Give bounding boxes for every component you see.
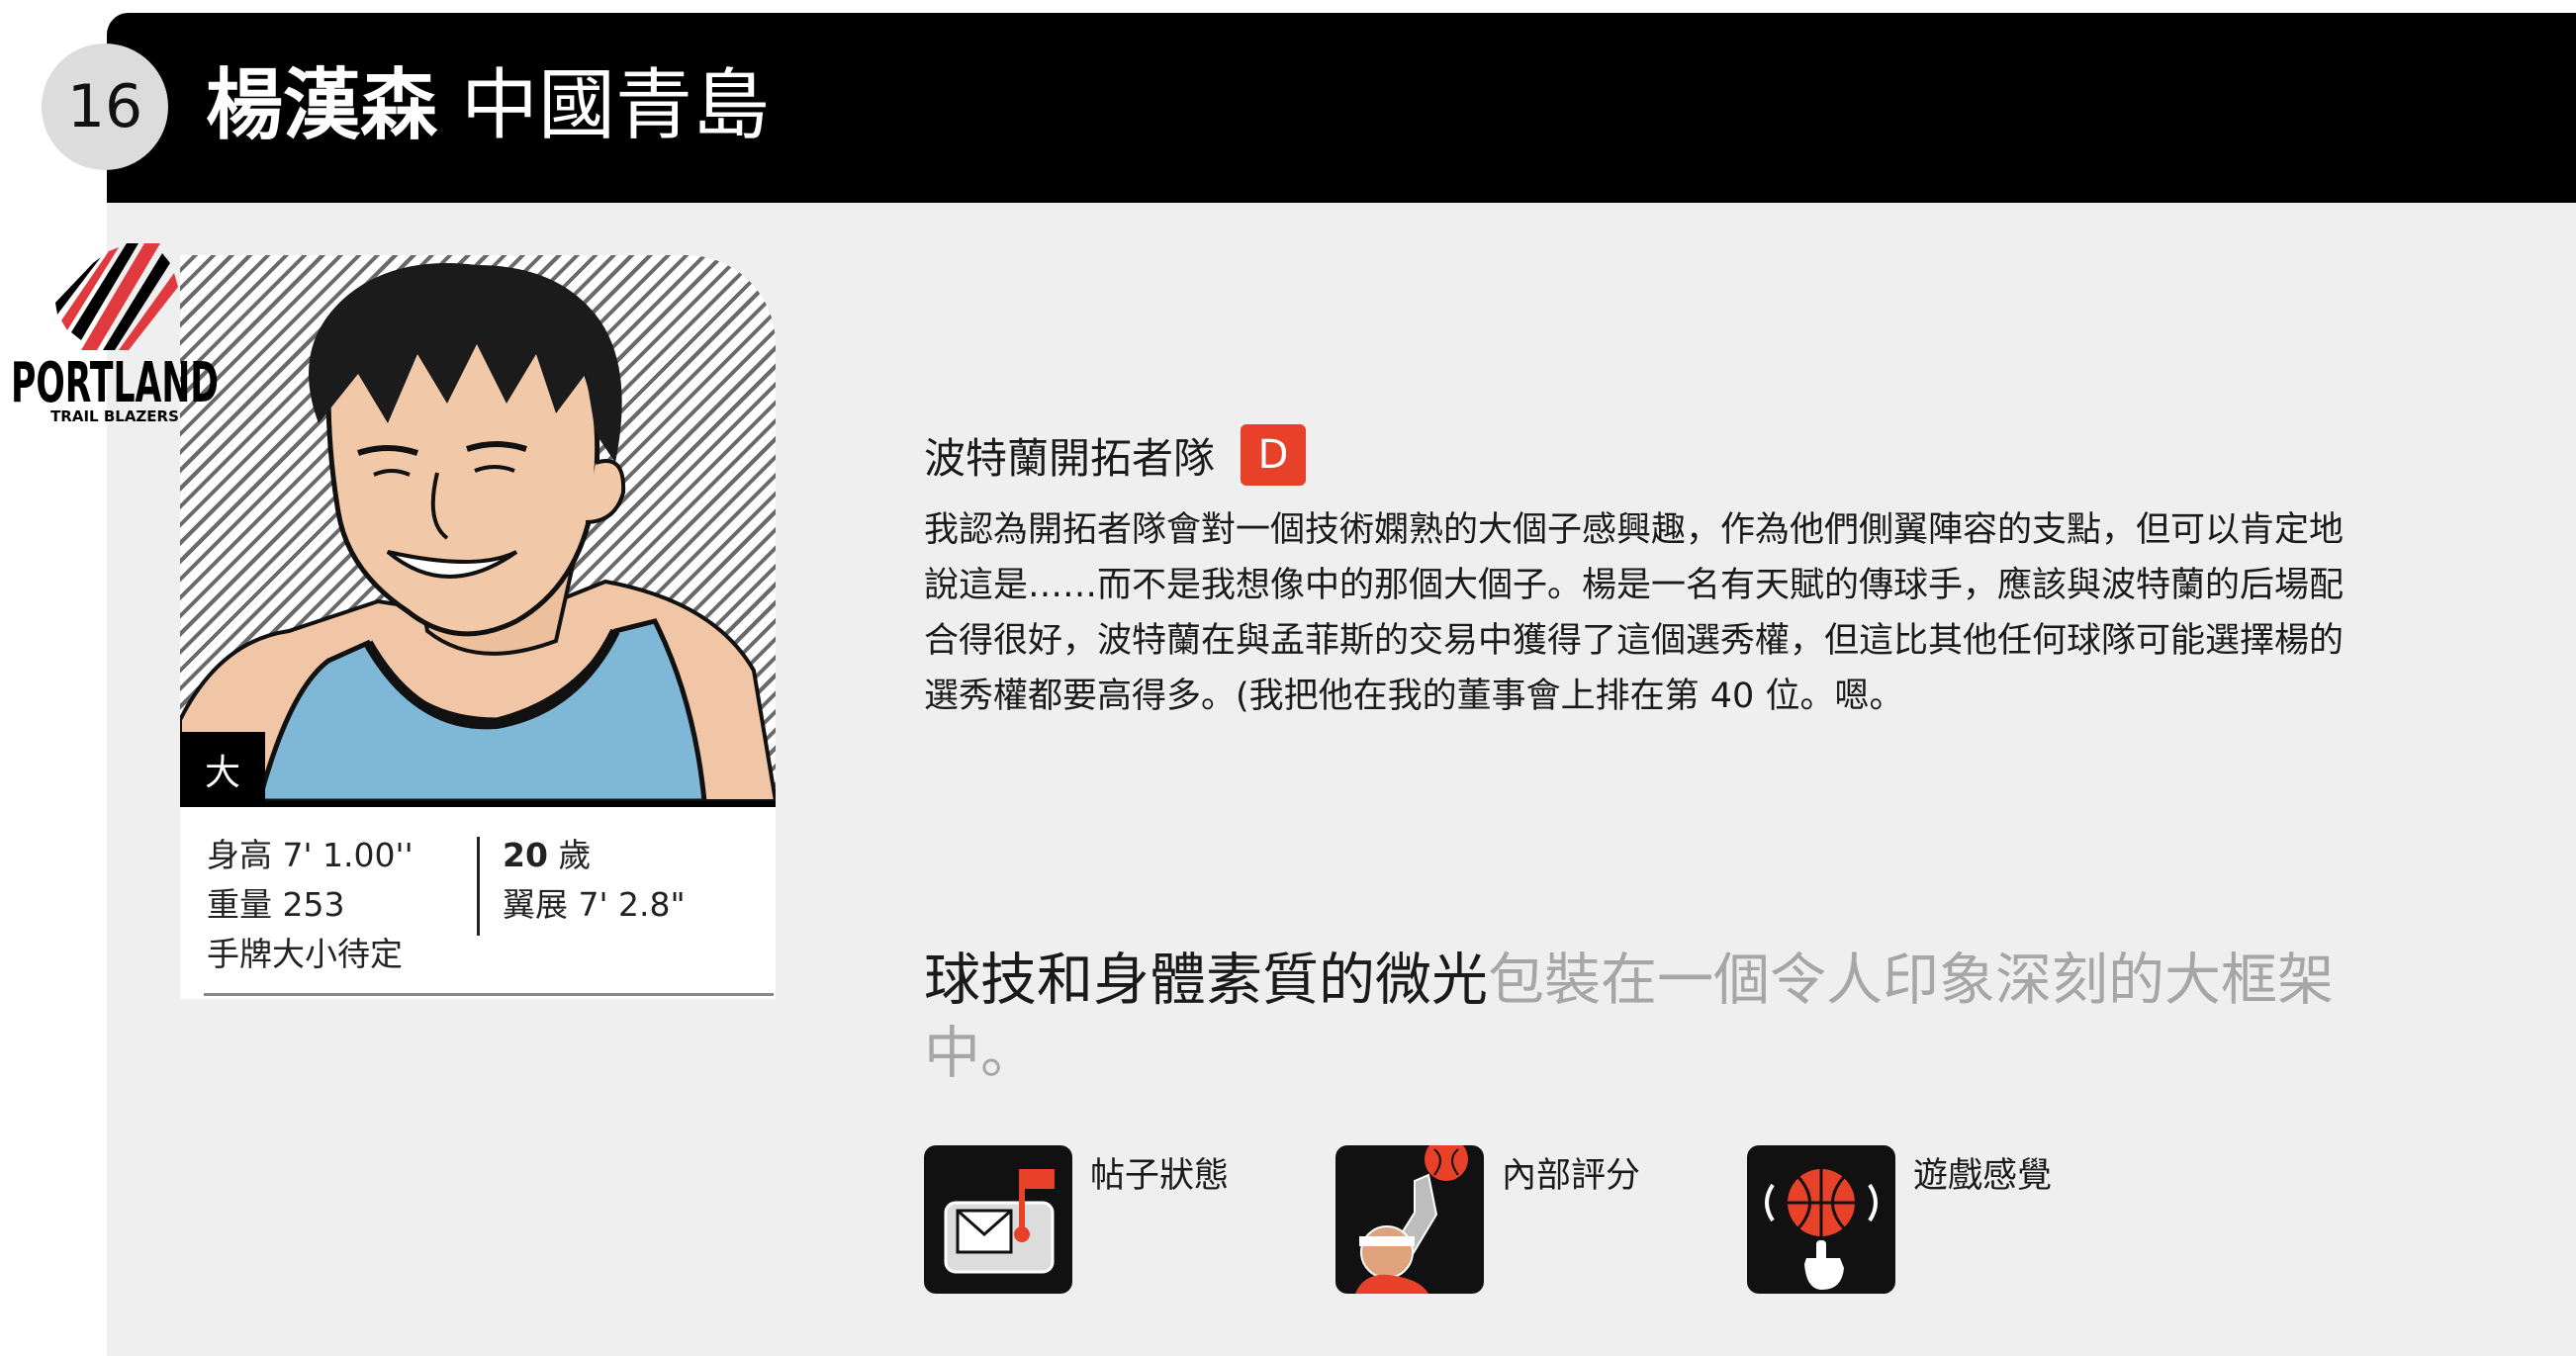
tag-label-post-status: 帖子狀態 [1090, 1156, 1230, 1196]
pinwheel-icon [55, 243, 178, 350]
tag-game-feel: 遊戲感覺 [1747, 1145, 2103, 1294]
player-hand-size: 手牌大小待定 [207, 935, 403, 973]
stats-box: 身高 7' 1.00'' 重量 253 手牌大小待定 20 歲 翼展 7' 2.… [180, 807, 776, 999]
report-text: 我認為開拓者隊會對一個技術嫻熟的大個子感興趣，作為他們側翼陣容的支點，但可以肯定… [924, 510, 2345, 716]
mailbox-icon [924, 1145, 1072, 1294]
pick-number-badge: 16 [42, 44, 168, 170]
headline-strong: 球技和身體素質的微光 [924, 948, 1488, 1013]
team-name: 波特蘭開拓者隊 [924, 433, 1216, 483]
player-age-number: 20 [503, 836, 548, 874]
player-card: 大 身高 7' 1.00'' 重量 253 手牌大小待定 20 歲 翼展 7' … [180, 255, 776, 999]
player-age: 20 歲 [503, 831, 686, 880]
stats-left-column: 身高 7' 1.00'' 重量 253 手牌大小待定 [207, 831, 414, 979]
grade-badge: D [1241, 424, 1307, 486]
dunk-icon [1335, 1145, 1484, 1294]
player-name: 楊漢森 [206, 61, 438, 150]
player-origin: 中國青島 [461, 61, 771, 150]
logo-subtitle: TRAIL BLAZERS [50, 407, 179, 425]
player-wingspan: 翼展 7' 2.8" [503, 885, 686, 924]
logo-wordmark: PORTLAND [11, 351, 219, 415]
tag-post-status: 帖子狀態 [924, 1145, 1280, 1294]
tag-label-inner-scoring: 內部評分 [1502, 1156, 1641, 1196]
player-height: 身高 7' 1.00'' [207, 836, 414, 874]
player-portrait [180, 255, 776, 801]
headline: 球技和身體素質的微光包裝在一個令人印象深刻的大框架中。 [924, 944, 2348, 1090]
grade-value: D [1257, 432, 1289, 478]
player-illustration [180, 263, 776, 801]
portland-trail-blazers-logo: PORTLAND TRAIL BLAZERS [11, 243, 219, 425]
size-badge: 大 [180, 732, 265, 807]
player-title: 楊漢森 中國青島 [206, 51, 770, 160]
stats-rule [204, 993, 774, 996]
team-line: 波特蘭開拓者隊 D [924, 423, 2368, 487]
player-age-unit: 歲 [547, 836, 592, 874]
stats-right-column: 20 歲 翼展 7' 2.8" [503, 831, 686, 930]
player-weight: 重量 253 [207, 885, 345, 924]
size-badge-label: 大 [204, 753, 240, 793]
stats-divider [477, 837, 480, 936]
spinning-ball-icon [1747, 1145, 1895, 1294]
tag-inner-scoring: 內部評分 [1335, 1145, 1692, 1294]
tag-label-game-feel: 遊戲感覺 [1913, 1156, 2053, 1196]
scouting-report: 波特蘭開拓者隊 D 我認為開拓者隊會對一個技術嫻熟的大個子感興趣，作為他們側翼陣… [924, 423, 2368, 724]
pick-number: 16 [66, 72, 143, 141]
